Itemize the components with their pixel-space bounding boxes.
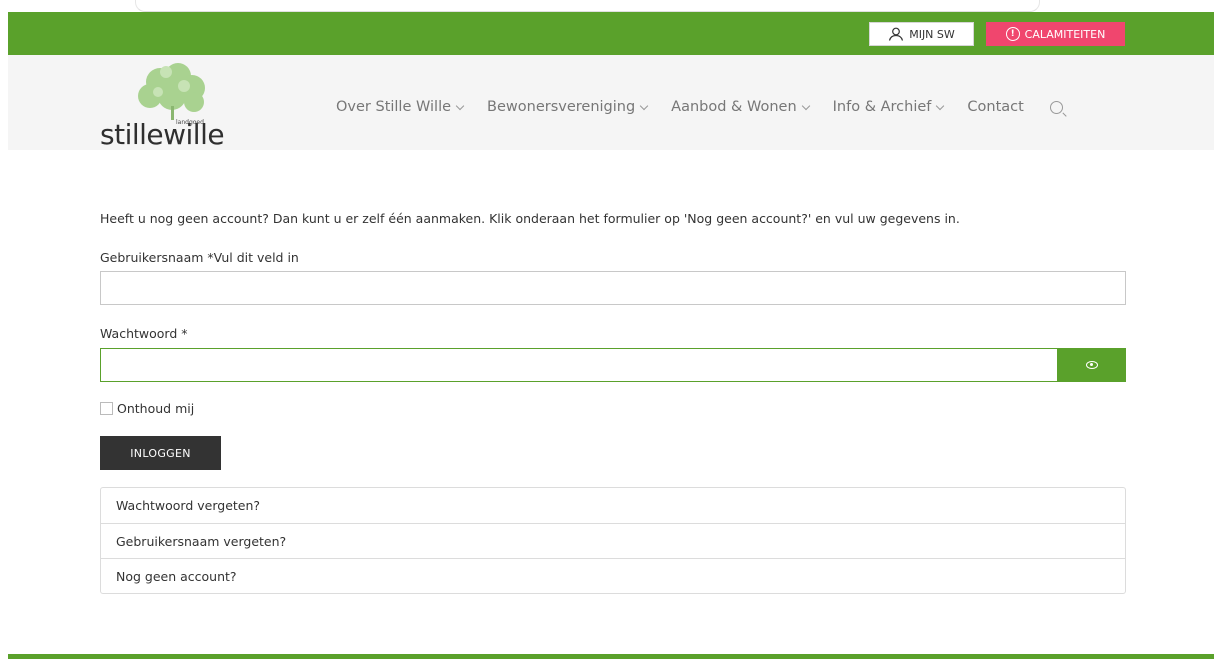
alert-icon: !	[1005, 27, 1020, 41]
remember-me[interactable]: Onthoud mij	[100, 401, 194, 416]
forgot-password-link[interactable]: Wachtwoord vergeten?	[101, 488, 1125, 523]
chevron-down-icon	[801, 101, 810, 110]
nav-item-info-archief[interactable]: Info & Archief	[832, 99, 945, 115]
remember-me-label: Onthoud mij	[117, 401, 195, 416]
chevron-down-icon	[936, 101, 945, 110]
browser-address-strip	[135, 0, 1040, 12]
tree-logo-icon	[138, 63, 205, 120]
nav-item-label: Aanbod & Wonen	[671, 99, 797, 115]
logo-wordmark: stillewille	[100, 118, 225, 151]
nav-item-label: Over Stille Wille	[336, 99, 452, 115]
no-account-link[interactable]: Nog geen account?	[101, 558, 1125, 593]
show-password-button[interactable]	[1058, 348, 1126, 382]
calamiteiten-label: CALAMITEITEN	[1024, 27, 1106, 41]
mijn-sw-label: MIJN SW	[909, 27, 955, 41]
site-logo[interactable]: stillewille landgoed	[100, 62, 250, 152]
nav-item-contact[interactable]: Contact	[967, 99, 1023, 115]
username-input[interactable]	[100, 271, 1126, 305]
footer-bar	[8, 654, 1214, 659]
password-label: Wachtwoord *	[100, 326, 188, 341]
nav-item-label: Contact	[967, 99, 1024, 115]
nav-item-label: Info & Archief	[832, 99, 932, 115]
nav-item-aanbod-wonen[interactable]: Aanbod & Wonen	[671, 99, 810, 115]
account-links-list: Wachtwoord vergeten? Gebruikersnaam verg…	[100, 487, 1126, 594]
intro-text: Heeft u nog geen account? Dan kunt u er …	[100, 211, 960, 226]
chevron-down-icon	[455, 101, 465, 110]
main-nav: Over Stille Wille Bewonersvereniging Aan…	[336, 96, 1063, 118]
username-label: Gebruikersnaam *Vul dit veld in	[100, 250, 299, 265]
remember-me-checkbox[interactable]	[100, 402, 113, 415]
nav-item-over-stille-wille[interactable]: Over Stille Wille	[336, 99, 465, 115]
login-button[interactable]: INLOGGEN	[100, 436, 221, 470]
nav-item-label: Bewonersvereniging	[487, 99, 636, 115]
mijn-sw-button[interactable]: MIJN SW	[869, 22, 974, 46]
logo-subtitle: landgoed	[176, 119, 204, 126]
user-icon	[889, 27, 904, 41]
forgot-username-link[interactable]: Gebruikersnaam vergeten?	[101, 523, 1125, 558]
eye-icon	[1086, 361, 1098, 369]
calamiteiten-button[interactable]: ! CALAMITEITEN	[986, 22, 1125, 46]
password-input[interactable]	[100, 348, 1058, 382]
nav-item-bewonersvereniging[interactable]: Bewonersvereniging	[487, 99, 649, 115]
chevron-down-icon	[639, 101, 649, 110]
search-icon[interactable]	[1049, 100, 1063, 114]
